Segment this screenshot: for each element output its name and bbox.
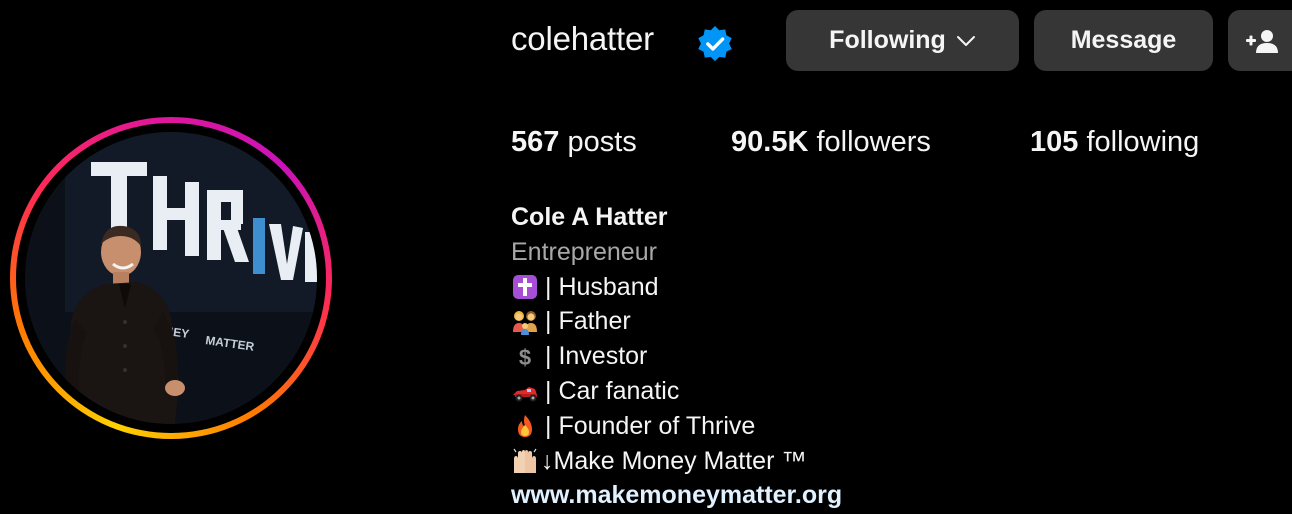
bio-line-text: | Father: [545, 307, 631, 336]
bio-line: | Father: [511, 304, 842, 339]
verified-badge-icon: [698, 25, 732, 62]
posts-stat[interactable]: 567 posts: [511, 126, 637, 159]
website-link[interactable]: www.makemoneymatter.org: [511, 481, 842, 509]
suggested-users-button[interactable]: [1228, 10, 1292, 71]
bio-line-text: | Husband: [545, 272, 659, 301]
followers-label: followers: [816, 126, 931, 158]
chevron-down-icon: [956, 35, 976, 47]
cross-icon: [511, 273, 539, 301]
race-car-icon: [511, 377, 539, 405]
bio-line-text: ↓Make Money Matter ™: [541, 446, 807, 475]
following-stat[interactable]: 105 following: [1030, 126, 1199, 159]
dollar-icon: $: [511, 343, 539, 371]
bio-line-text: | Investor: [545, 342, 648, 371]
bio-line-text: | Founder of Thrive: [545, 411, 756, 440]
full-name: Cole A Hatter: [511, 203, 668, 231]
following-label: following: [1086, 126, 1200, 158]
following-count: 105: [1030, 126, 1079, 158]
bio-line: | Husband: [511, 270, 842, 305]
username: colehatter: [511, 20, 654, 57]
bio-line: | Founder of Thrive: [511, 409, 842, 444]
family-icon: [511, 308, 539, 336]
svg-text:$: $: [519, 345, 531, 370]
avatar[interactable]: MONEY MATTER: [25, 132, 317, 424]
profile-bio: Cole A Hatter Entrepreneur | Husband | F…: [511, 200, 842, 513]
posts-label: posts: [567, 126, 637, 158]
fire-icon: [511, 412, 539, 440]
message-button-label: Message: [1070, 26, 1177, 54]
followers-count: 90.5K: [731, 126, 809, 158]
message-button[interactable]: Message: [1034, 10, 1213, 71]
avatar-border: MONEY MATTER: [16, 123, 326, 433]
bio-line: ↓Make Money Matter ™: [511, 444, 842, 479]
following-button-label: Following: [829, 26, 946, 54]
story-ring[interactable]: MONEY MATTER: [10, 117, 332, 439]
raised-hands-icon: [511, 447, 539, 475]
posts-count: 567: [511, 126, 560, 158]
followers-stat[interactable]: 90.5K followers: [731, 126, 931, 159]
bio-line: | Car fanatic: [511, 374, 842, 409]
bio-line: $ | Investor: [511, 339, 842, 374]
category-label: Entrepreneur: [511, 237, 657, 266]
following-button[interactable]: Following: [786, 10, 1019, 71]
add-user-icon: [1246, 29, 1278, 53]
bio-line-text: | Car fanatic: [545, 376, 680, 405]
avatar-image: MONEY MATTER: [25, 132, 317, 424]
